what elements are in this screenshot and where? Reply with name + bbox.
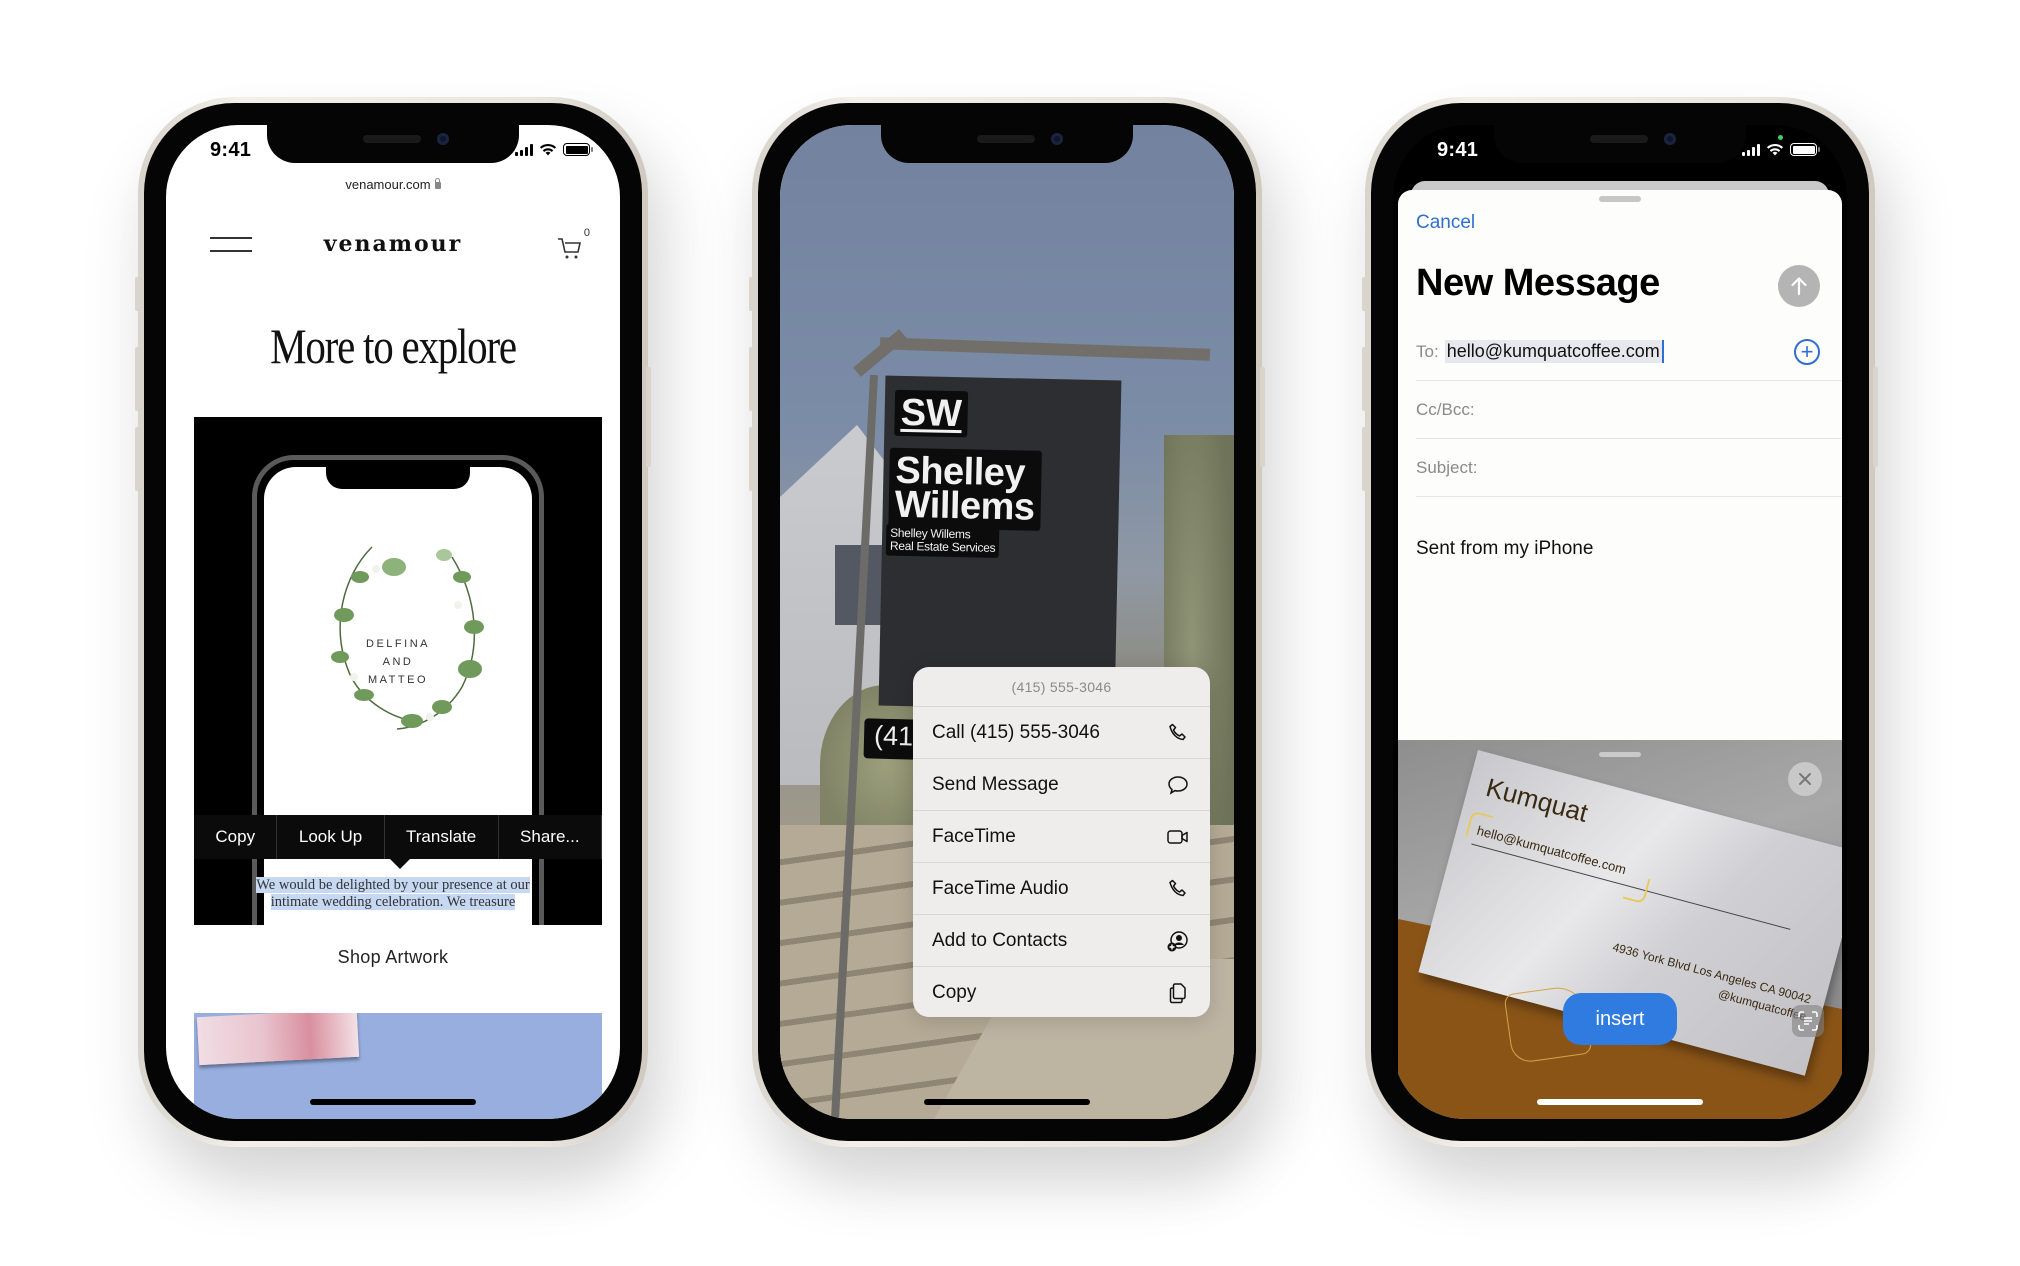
- wifi-icon: [1767, 143, 1783, 156]
- action-menu-header: (415) 555-3046: [913, 667, 1210, 707]
- close-icon: [1799, 773, 1811, 785]
- phone-icon: [1169, 723, 1186, 740]
- cellular-signal-icon: [1742, 144, 1760, 156]
- volume-up-button: [135, 347, 140, 411]
- edit-menu-copy[interactable]: Copy: [194, 815, 278, 859]
- side-button: [1260, 367, 1265, 467]
- page-title: More to explore: [270, 318, 517, 374]
- edit-menu-look-up[interactable]: Look Up: [277, 815, 385, 859]
- live-text-camera-view: Kumquat hello@kumquatcoffee.com 4936 Yor…: [1398, 740, 1842, 1119]
- compose-title: New Message: [1416, 262, 1660, 304]
- shop-artwork-link[interactable]: Shop Artwork: [166, 947, 620, 968]
- scan-bracket-bottom-right: [1622, 873, 1651, 905]
- phone-icon: [1169, 879, 1186, 896]
- lock-icon: [434, 178, 441, 189]
- screen: 9:41 venamour.com venamour 0 More to exp…: [166, 125, 620, 1119]
- add-contact-icon: [1167, 930, 1188, 951]
- action-send-message[interactable]: Send Message: [913, 759, 1210, 811]
- action-facetime-audio[interactable]: FaceTime Audio: [913, 863, 1210, 915]
- message-body[interactable]: Sent from my iPhone: [1416, 538, 1593, 560]
- site-header: venamour 0: [166, 225, 620, 265]
- sign-name[interactable]: Shelley Willems: [888, 447, 1042, 531]
- cc-bcc-label: Cc/Bcc:: [1416, 399, 1475, 419]
- action-add-to-contacts[interactable]: Add to Contacts: [913, 915, 1210, 967]
- subject-label: Subject:: [1416, 457, 1478, 477]
- url-text: venamour.com: [345, 177, 431, 192]
- url-bar[interactable]: venamour.com: [166, 177, 620, 192]
- camera-in-use-indicator: [1778, 135, 1783, 140]
- phone-mail-compose: 9:41 Cancel New Message To: hello@kumqua…: [1362, 97, 1878, 1147]
- sheet-grabber[interactable]: [1599, 196, 1641, 202]
- invitation-names: DELFINA AND MATTEO: [366, 638, 430, 686]
- action-facetime[interactable]: FaceTime: [913, 811, 1210, 863]
- battery-icon: [1790, 143, 1820, 156]
- live-text-scan-button[interactable]: [1792, 1005, 1824, 1037]
- sign-logo[interactable]: SW: [894, 389, 969, 438]
- notch: [881, 125, 1133, 163]
- cc-bcc-field[interactable]: Cc/Bcc:: [1416, 381, 1842, 439]
- volume-up-button: [749, 347, 754, 411]
- volume-up-button: [1362, 347, 1367, 411]
- sign-subtitle[interactable]: Shelley Willems Real Estate Services: [885, 523, 1000, 558]
- status-time: 9:41: [210, 139, 252, 161]
- compose-sheet: Cancel New Message To: hello@kumquatcoff…: [1398, 190, 1842, 1119]
- to-input[interactable]: hello@kumquatcoffee.com: [1444, 340, 1664, 363]
- edit-menu-translate[interactable]: Translate: [385, 815, 499, 859]
- live-text-action-menu: (415) 555-3046 Call (415) 555-3046 Send …: [913, 667, 1210, 1017]
- cellular-signal-icon: [515, 144, 533, 156]
- camera-sheet-grabber[interactable]: [1599, 752, 1641, 757]
- screen: 9:41 Cancel New Message To: hello@kumqua…: [1393, 125, 1847, 1119]
- real-estate-sign: SW Shelley Willems Shelley Willems Real …: [878, 375, 1122, 711]
- to-label: To:: [1416, 341, 1439, 361]
- subject-field[interactable]: Subject:: [1416, 439, 1842, 497]
- cart-count: 0: [583, 227, 590, 239]
- side-button: [646, 367, 651, 467]
- close-scanner-button[interactable]: [1788, 762, 1822, 796]
- volume-down-button: [135, 427, 140, 491]
- status-time: 9:41: [1437, 139, 1479, 161]
- screen: SW Shelley Willems Shelley Willems Real …: [780, 125, 1234, 1119]
- battery-icon: [563, 143, 593, 156]
- action-copy[interactable]: Copy: [913, 967, 1210, 1017]
- volume-down-button: [1362, 427, 1367, 491]
- mute-switch: [1362, 277, 1367, 311]
- cart-icon: [558, 238, 581, 259]
- side-button: [1873, 367, 1878, 467]
- home-indicator[interactable]: [310, 1099, 476, 1105]
- phone-safari: 9:41 venamour.com venamour 0 More to exp…: [135, 97, 651, 1147]
- add-recipient-icon[interactable]: +: [1794, 339, 1820, 365]
- home-indicator[interactable]: [1537, 1099, 1703, 1105]
- cancel-button[interactable]: Cancel: [1416, 212, 1475, 234]
- home-indicator[interactable]: [924, 1099, 1090, 1105]
- notch: [1494, 125, 1746, 163]
- copy-icon: [1169, 983, 1186, 1004]
- to-field[interactable]: To: hello@kumquatcoffee.com +: [1416, 323, 1842, 381]
- arrow-up-icon: [1791, 277, 1807, 296]
- cart-button[interactable]: 0: [556, 227, 590, 261]
- volume-down-button: [749, 427, 754, 491]
- phone-camera-live-text: SW Shelley Willems Shelley Willems Real …: [749, 97, 1265, 1147]
- site-logo[interactable]: venamour: [166, 231, 620, 257]
- text-edit-menu: Copy Look Up Translate Share...: [194, 815, 602, 869]
- action-call[interactable]: Call (415) 555-3046: [913, 707, 1210, 759]
- send-button[interactable]: [1778, 265, 1820, 307]
- edit-menu-share[interactable]: Share...: [499, 815, 602, 859]
- floral-print-image: [196, 1013, 360, 1066]
- selected-text[interactable]: We would be delighted by your presence a…: [246, 877, 540, 911]
- text-scan-icon: [1798, 1011, 1818, 1031]
- video-camera-icon: [1167, 829, 1188, 844]
- insert-button[interactable]: insert: [1563, 993, 1677, 1045]
- mute-switch: [749, 277, 754, 311]
- mute-switch: [135, 277, 140, 311]
- wifi-icon: [540, 143, 556, 156]
- notch: [267, 125, 519, 163]
- card-company-name: Kumquat: [1482, 772, 1592, 828]
- message-bubble-icon: [1168, 775, 1188, 795]
